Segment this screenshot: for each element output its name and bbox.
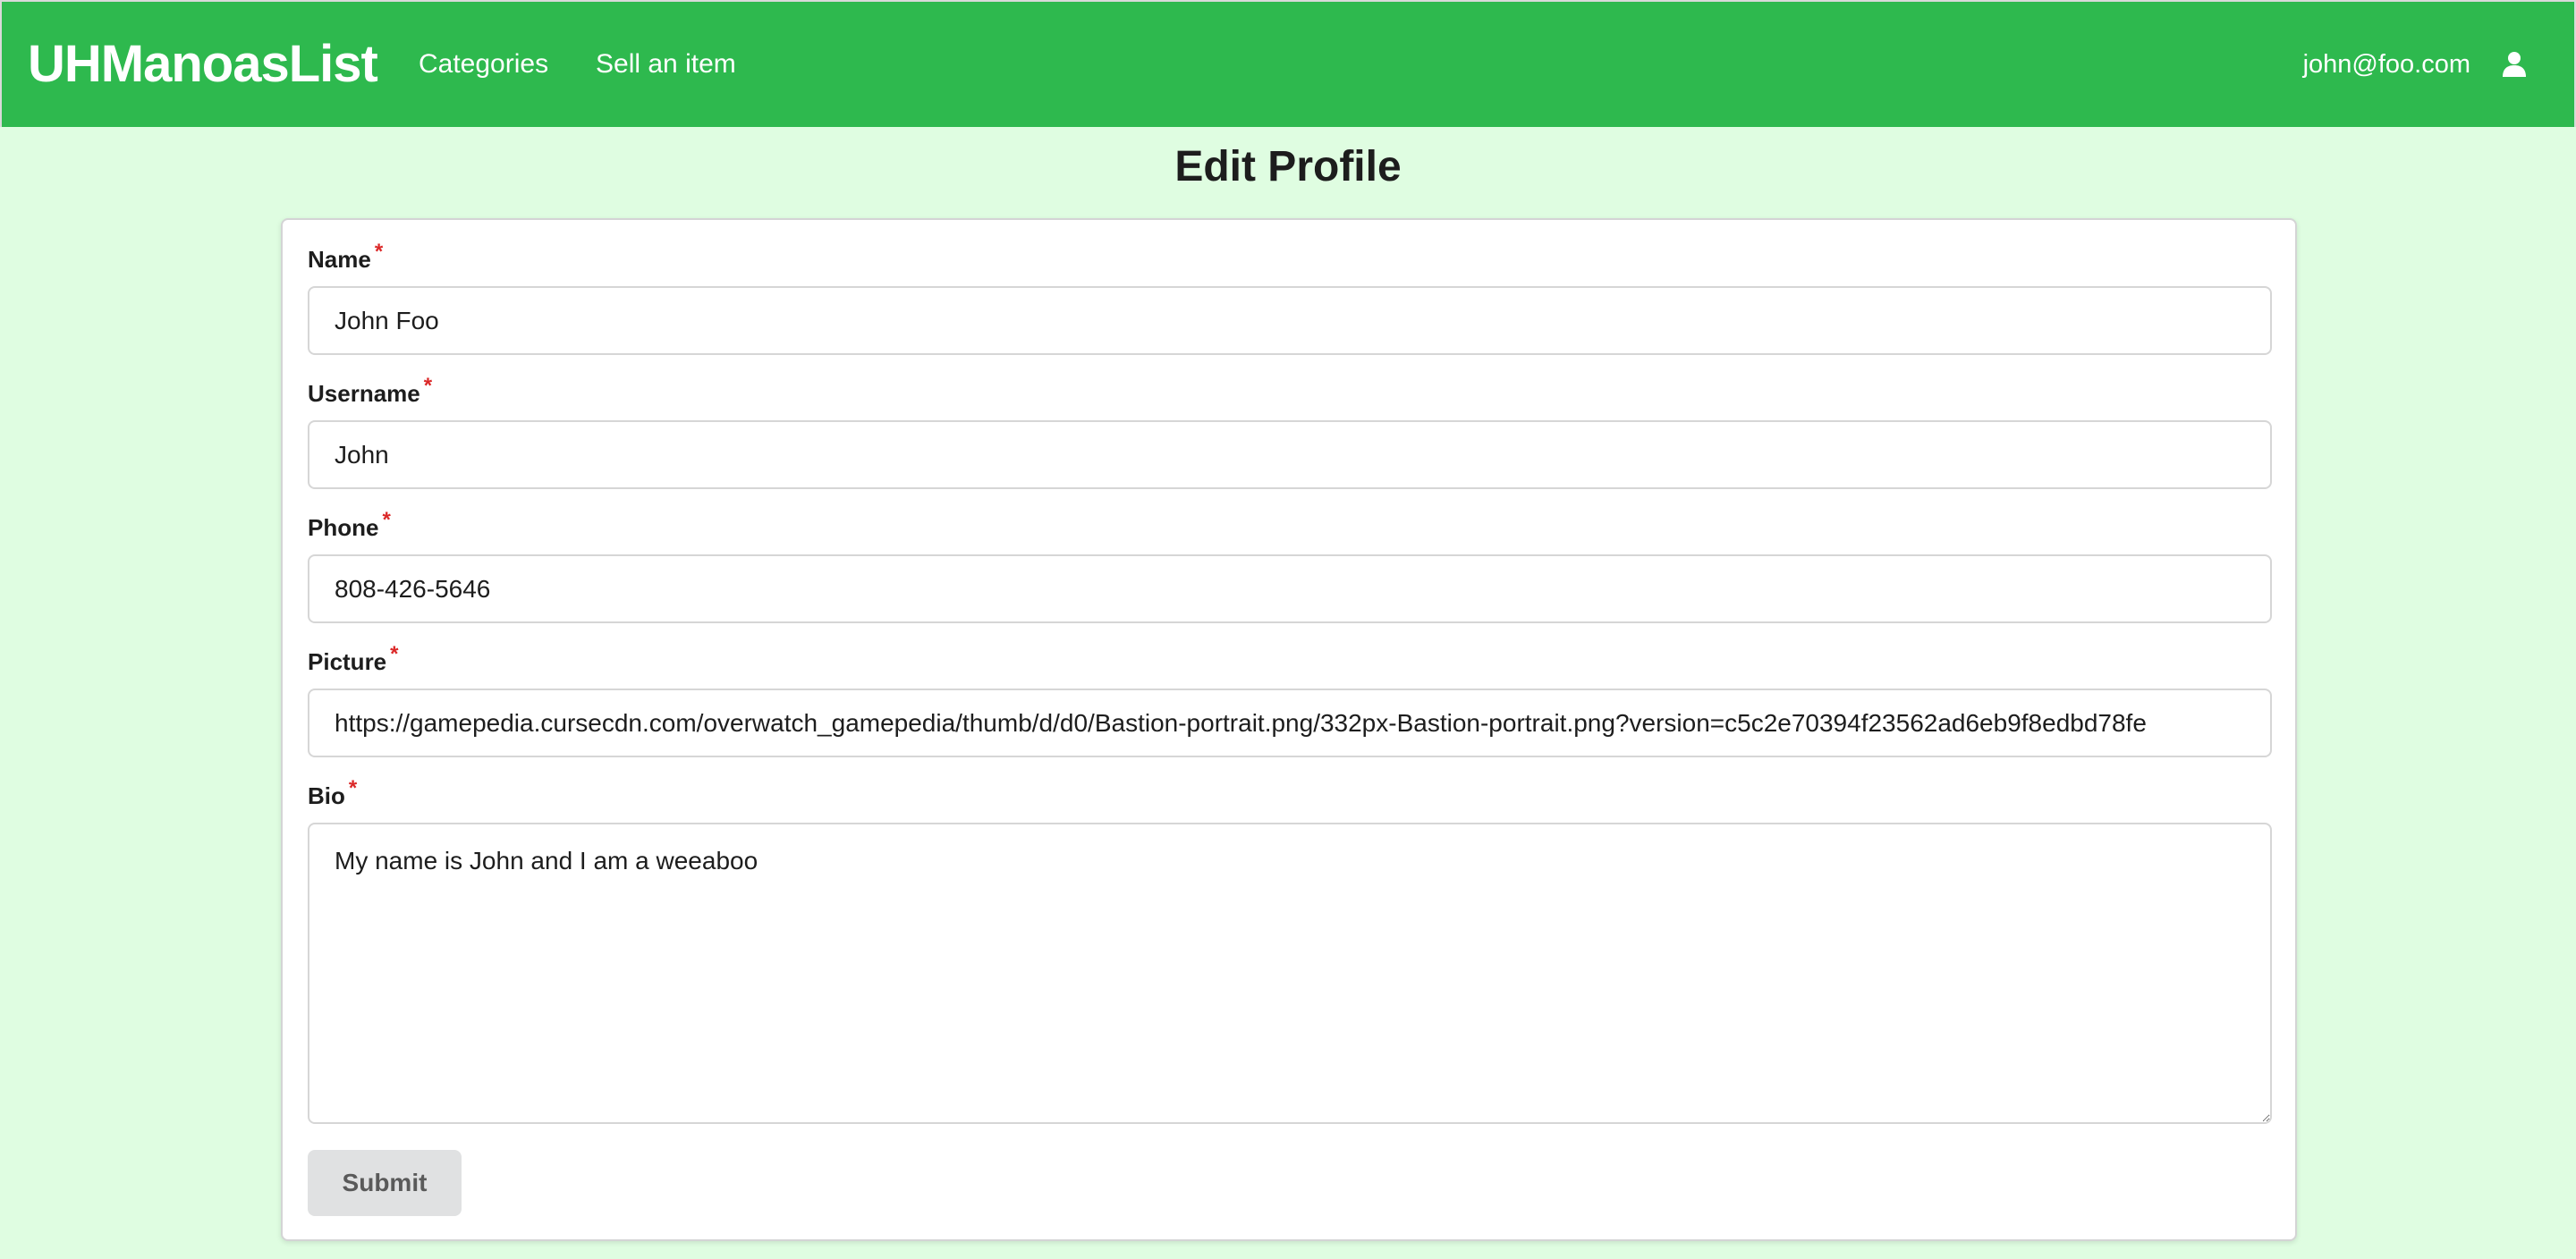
nav-link-categories[interactable]: Categories	[419, 45, 548, 84]
name-input[interactable]	[308, 286, 2272, 355]
phone-input[interactable]	[308, 554, 2272, 623]
required-star: *	[382, 508, 391, 532]
picture-url-input[interactable]	[308, 689, 2272, 757]
username-label: Username *	[308, 374, 433, 411]
required-star: *	[348, 776, 358, 800]
username-label-text: Username	[308, 380, 420, 407]
picture-label: Picture *	[308, 642, 399, 680]
bio-label-text: Bio	[308, 782, 345, 809]
username-input[interactable]	[308, 420, 2272, 489]
brand-logo-link[interactable]: UHManoasList	[28, 29, 378, 100]
required-star: *	[390, 642, 399, 666]
page-title: Edit Profile	[1174, 143, 1402, 190]
submit-button[interactable]: Submit	[308, 1150, 462, 1216]
required-star: *	[374, 240, 384, 264]
user-icon	[2501, 51, 2528, 78]
edit-profile-form: Name* Username* Phone* Picture* Bio* My …	[281, 218, 2297, 1241]
phone-label: Phone *	[308, 508, 391, 545]
user-email: john@foo.com	[2302, 50, 2470, 79]
name-label: Name *	[308, 240, 384, 277]
bio-label: Bio *	[308, 776, 357, 814]
phone-label-text: Phone	[308, 514, 379, 541]
top-navbar: UHManoasList Categories Sell an item joh…	[0, 0, 2576, 127]
bio-textarea[interactable]: My name is John and I am a weeaboo	[308, 823, 2272, 1124]
picture-label-text: Picture	[308, 648, 387, 675]
name-label-text: Name	[308, 246, 371, 273]
user-menu[interactable]: john@foo.com	[2303, 45, 2528, 84]
nav-link-sell-an-item[interactable]: Sell an item	[596, 45, 736, 84]
required-star: *	[423, 374, 433, 398]
